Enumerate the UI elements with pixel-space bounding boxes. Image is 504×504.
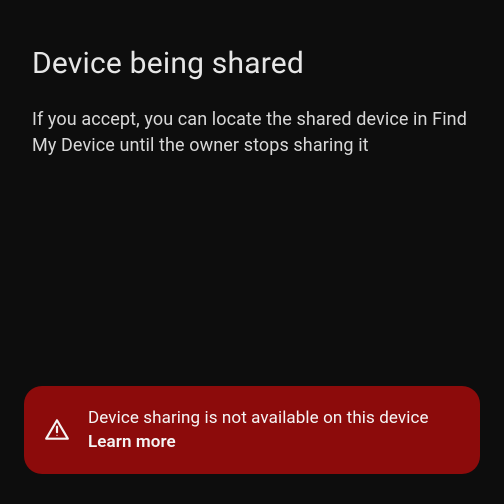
warning-triangle-icon [44, 417, 70, 443]
page-title: Device being shared [32, 46, 472, 81]
error-text-container: Device sharing is not available on this … [88, 408, 429, 452]
error-banner: Device sharing is not available on this … [24, 386, 480, 474]
main-content: Device being shared If you accept, you c… [0, 0, 504, 159]
learn-more-link[interactable]: Learn more [88, 432, 429, 452]
error-message: Device sharing is not available on this … [88, 408, 429, 428]
page-description: If you accept, you can locate the shared… [32, 107, 472, 159]
